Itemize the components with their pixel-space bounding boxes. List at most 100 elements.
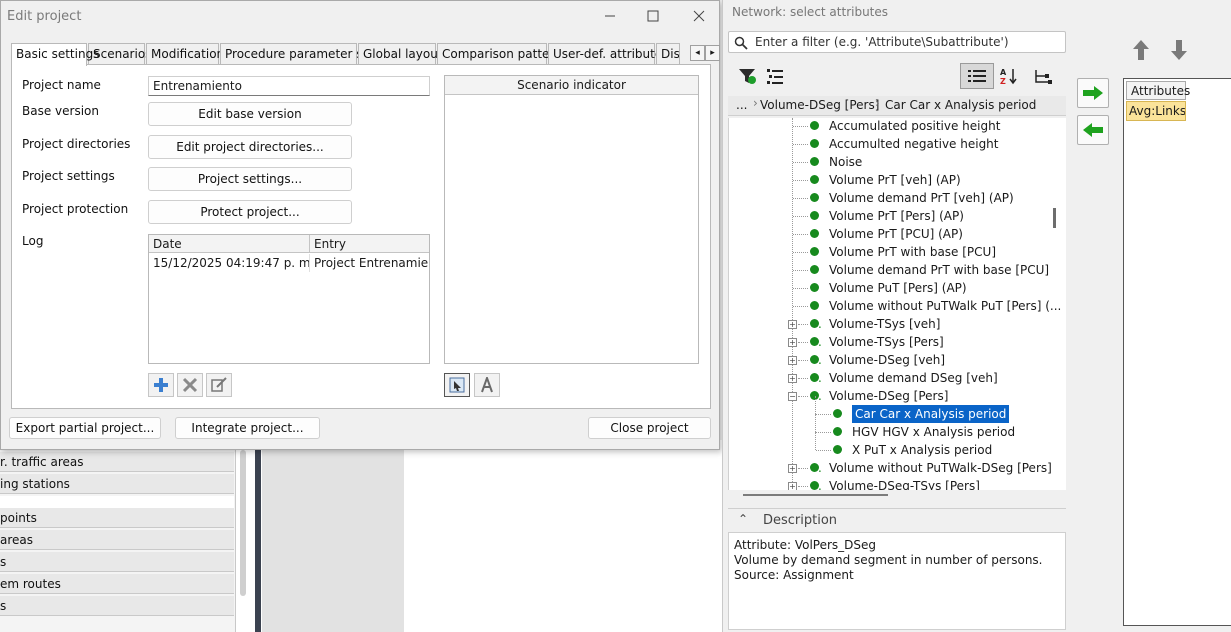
tab-procedure-parameter-sets[interactable]: Procedure parameter sets bbox=[220, 43, 381, 65]
project-name-field[interactable]: Entrenamiento bbox=[148, 76, 430, 96]
scenario-indicator-header: Scenario indicator bbox=[445, 76, 698, 95]
log-column-date[interactable]: Date bbox=[149, 235, 310, 253]
list-item[interactable]: em routes bbox=[0, 574, 234, 594]
list-item[interactable]: s bbox=[0, 552, 234, 572]
move-up-button[interactable] bbox=[1126, 37, 1156, 63]
hierarchy-view-button[interactable] bbox=[1028, 63, 1058, 89]
tree-item[interactable]: −. Volume-DSeg [Pers] bbox=[729, 387, 1059, 405]
tree-item-label: Volume demand DSeg [veh] bbox=[829, 371, 998, 385]
tree-item[interactable]: Volume PrT with base [PCU] bbox=[729, 243, 1059, 261]
edit-base-version-button[interactable]: Edit base version bbox=[148, 102, 352, 126]
expand-toggle-icon[interactable]: + bbox=[788, 374, 797, 383]
tree-connector bbox=[793, 270, 808, 271]
remove-attribute-button[interactable] bbox=[1077, 115, 1109, 145]
attribute-tree[interactable]: Accumulated positive height Accumulted ne… bbox=[728, 118, 1066, 490]
protect-project-button[interactable]: Protect project... bbox=[148, 200, 352, 224]
tab-dis[interactable]: Dis bbox=[656, 43, 680, 65]
tree-item[interactable]: +. Volume-TSys [veh] bbox=[729, 315, 1059, 333]
export-partial-project-button[interactable]: Export partial project... bbox=[9, 417, 161, 439]
tab-global-layouts[interactable]: Global layouts bbox=[358, 43, 449, 65]
list-view-button[interactable] bbox=[960, 63, 994, 89]
delete-log-entry-button[interactable] bbox=[177, 373, 203, 397]
tree-item[interactable]: Noise bbox=[729, 153, 1059, 171]
breadcrumb-item-car[interactable]: Car Car x Analysis period bbox=[885, 98, 1036, 112]
edit-log-entry-button[interactable] bbox=[206, 373, 232, 397]
scenario-text-button[interactable] bbox=[474, 373, 500, 397]
description-panel: Attribute: VolPers_DSeg Volume by demand… bbox=[728, 532, 1066, 630]
tree-item[interactable]: Volume demand PrT with base [PCU] bbox=[729, 261, 1059, 279]
filter-toggle-button[interactable] bbox=[732, 63, 762, 89]
plus-icon bbox=[154, 378, 168, 392]
tree-view-toggle-button[interactable] bbox=[760, 63, 790, 89]
selected-attributes-list[interactable]: Attributes Avg:Links\ bbox=[1123, 78, 1231, 626]
tree-item-label: Volume-DSeg-TSys [Pers] bbox=[829, 479, 980, 490]
list-item[interactable]: points bbox=[0, 508, 234, 528]
tree-connector bbox=[793, 288, 808, 289]
tree-item[interactable]: Volume PrT [veh] (AP) bbox=[729, 171, 1059, 189]
breadcrumb-item-volume-dseg-pers[interactable]: Volume-DSeg [Pers] bbox=[760, 98, 879, 112]
tree-item[interactable]: +. Volume-TSys [Pers] bbox=[729, 333, 1059, 351]
attribute-cell[interactable]: Avg:Links\ bbox=[1126, 101, 1186, 121]
close-project-button[interactable]: Close project bbox=[588, 417, 711, 439]
collapse-icon[interactable]: ⌃ bbox=[738, 512, 748, 526]
tab-scroll-right-icon[interactable]: ▸ bbox=[705, 45, 720, 61]
tree-item[interactable]: +. Volume-DSeg-TSys [Pers] bbox=[729, 477, 1059, 490]
project-settings-button[interactable]: Project settings... bbox=[148, 167, 352, 191]
sort-alphabetical-button[interactable]: AZ bbox=[994, 63, 1024, 89]
log-column-entry[interactable]: Entry bbox=[310, 235, 429, 253]
tree-item[interactable]: ✓Car Car x Analysis period bbox=[729, 396, 1059, 423]
tree-item[interactable]: +. Volume without PuTWalk-DSeg [Pers] bbox=[729, 459, 1059, 477]
tab-comparison-patterns[interactable]: Comparison patterns bbox=[437, 43, 568, 65]
more-dots-icon: . bbox=[818, 389, 822, 403]
list-item[interactable]: s bbox=[0, 596, 234, 616]
tree-item[interactable]: Volume without PuTWalk PuT [Pers] (... bbox=[729, 297, 1061, 315]
add-log-entry-button[interactable] bbox=[148, 373, 174, 397]
tab-scroll-left-icon[interactable]: ◂ bbox=[690, 45, 705, 61]
tab-user-defined-attributes[interactable]: User-def. attributes bbox=[548, 43, 669, 65]
minimize-button[interactable] bbox=[595, 5, 625, 27]
add-attribute-button[interactable] bbox=[1077, 78, 1109, 108]
close-window-button[interactable] bbox=[684, 5, 714, 27]
tree-item[interactable]: Volume demand PrT [veh] (AP) bbox=[729, 189, 1059, 207]
expand-toggle-icon[interactable]: + bbox=[788, 464, 797, 473]
tree-item[interactable]: Accumulated positive height bbox=[729, 118, 1059, 135]
attributes-column-header[interactable]: Attributes bbox=[1126, 81, 1190, 100]
log-entry-cell[interactable]: Project Entrenamiento bbox=[310, 254, 429, 272]
tree-item[interactable]: +. Volume-DSeg [veh] bbox=[729, 351, 1059, 369]
tree-item[interactable]: X PuT x Analysis period bbox=[729, 432, 1059, 459]
tree-item[interactable]: Accumulted negative height bbox=[729, 135, 1059, 153]
expand-toggle-icon[interactable]: + bbox=[788, 338, 797, 347]
tree-item[interactable]: Volume PuT [Pers] (AP) bbox=[729, 279, 1059, 297]
scenario-select-button[interactable] bbox=[444, 373, 470, 397]
log-date-cell[interactable]: 15/12/2025 04:19:47 p. m. bbox=[149, 254, 310, 272]
tree-item[interactable]: HGV HGV x Analysis period bbox=[729, 414, 1059, 441]
attribute-filter-input[interactable]: Enter a filter (e.g. 'Attribute\Subattri… bbox=[728, 31, 1066, 53]
list-item[interactable]: ing stations bbox=[0, 474, 234, 494]
tree-connector bbox=[793, 198, 808, 199]
tree-horizontal-scrollbar[interactable] bbox=[743, 494, 888, 496]
expand-toggle-icon[interactable]: + bbox=[788, 320, 797, 329]
tree-vertical-scrollbar[interactable] bbox=[1053, 208, 1056, 228]
expand-toggle-icon[interactable]: − bbox=[788, 392, 797, 401]
list-item[interactable]: r. traffic areas bbox=[0, 452, 234, 472]
edit-project-directories-button[interactable]: Edit project directories... bbox=[148, 135, 352, 159]
background-scrollbar[interactable] bbox=[240, 450, 246, 596]
scenario-indicator-box[interactable]: Scenario indicator bbox=[444, 75, 699, 364]
tab-basic-settings[interactable]: Basic settings bbox=[11, 43, 99, 66]
list-item[interactable]: areas bbox=[0, 530, 234, 550]
log-table[interactable]: Date Entry 15/12/2025 04:19:47 p. m. Pro… bbox=[148, 234, 430, 364]
maximize-button[interactable] bbox=[638, 5, 668, 27]
integrate-project-button[interactable]: Integrate project... bbox=[175, 417, 320, 439]
breadcrumb-ellipsis[interactable]: ... bbox=[736, 98, 747, 112]
tree-item[interactable]: Volume PrT [PCU] (AP) bbox=[729, 225, 1059, 243]
tree-item[interactable]: +. Volume demand DSeg [veh] bbox=[729, 369, 1059, 387]
tree-item-label: Accumulated positive height bbox=[829, 119, 1001, 133]
attribute-status-icon bbox=[810, 193, 819, 202]
description-header[interactable]: ⌃ Description bbox=[728, 508, 1066, 532]
expand-toggle-icon[interactable]: + bbox=[788, 356, 797, 365]
tree-item[interactable]: Volume PrT [Pers] (AP) bbox=[729, 207, 1059, 225]
attribute-status-icon bbox=[810, 139, 819, 148]
move-down-button[interactable] bbox=[1164, 37, 1194, 63]
expand-toggle-icon[interactable]: + bbox=[788, 482, 797, 490]
tab-modifications[interactable]: Modifications bbox=[146, 43, 230, 65]
